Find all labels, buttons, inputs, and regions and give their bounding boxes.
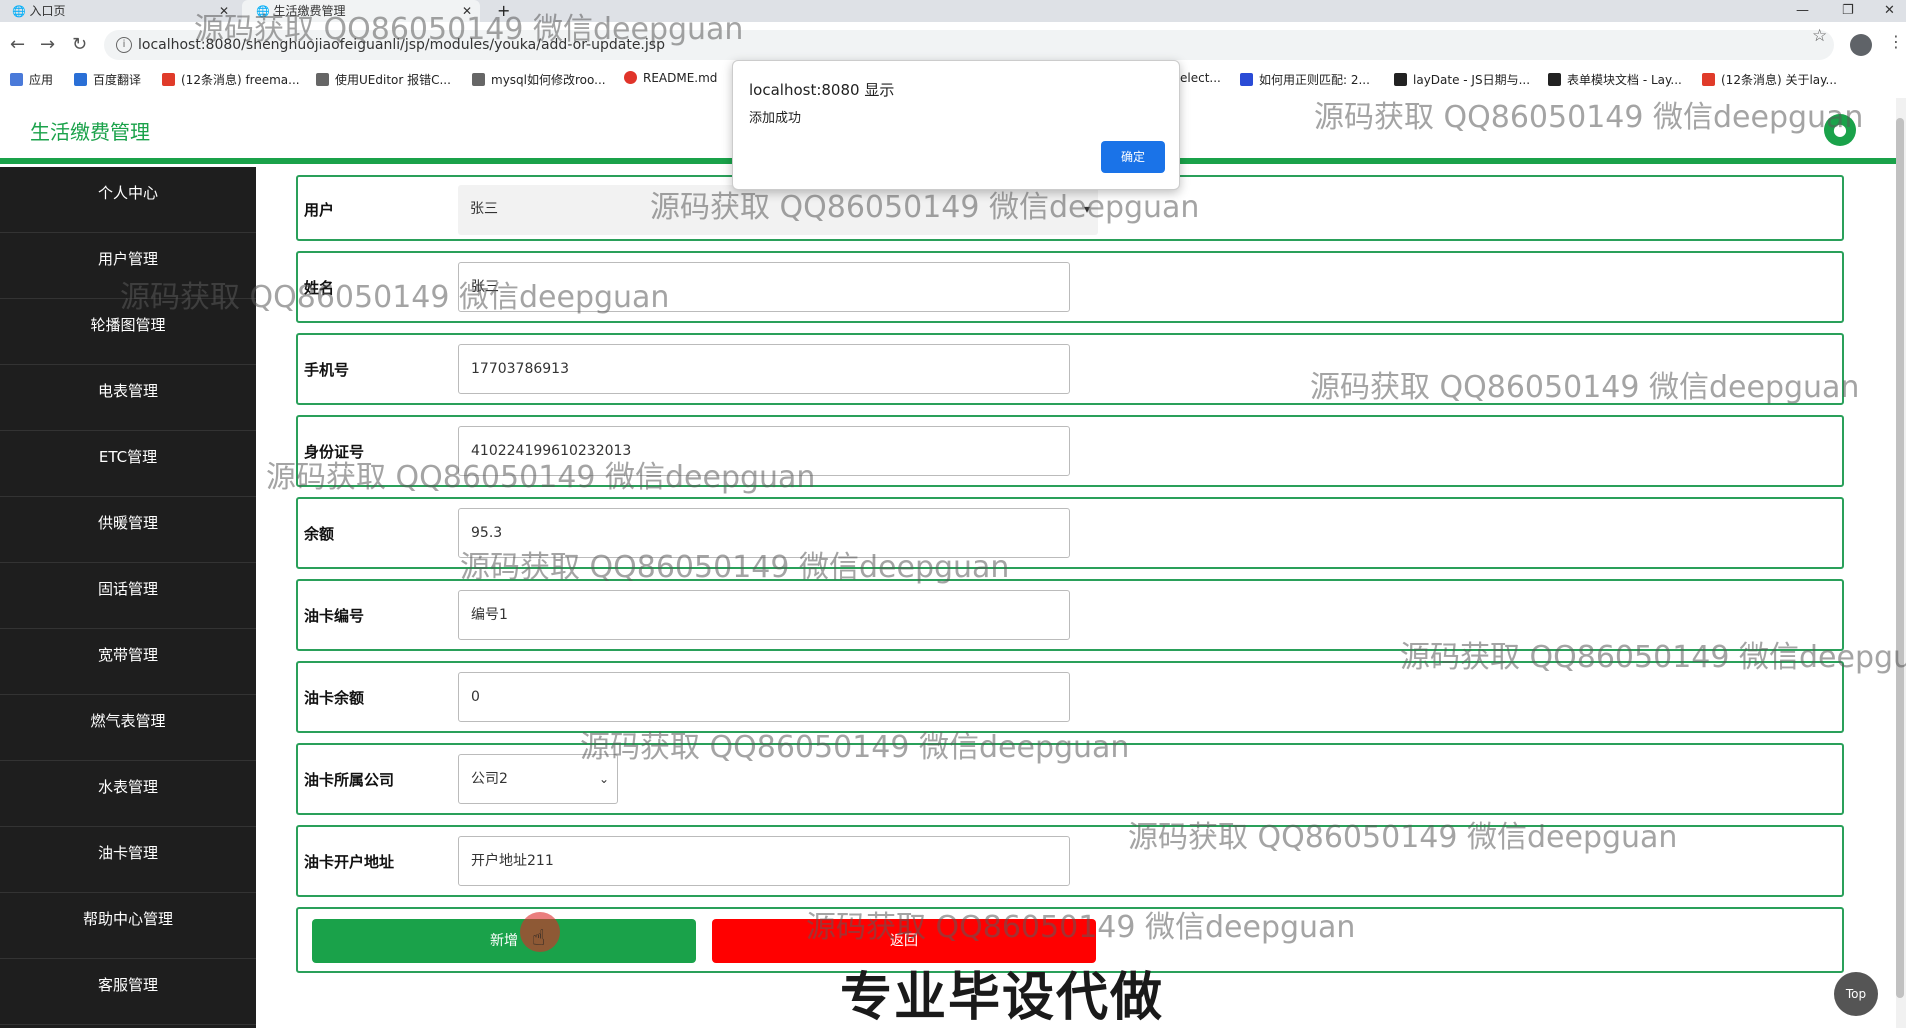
bookmark-item[interactable]: layDate - JS日期与... [1394, 71, 1530, 88]
balance-label: 余额 [304, 525, 335, 543]
watermark: 源码获取 QQ86050149 微信deepguan [1314, 100, 1864, 135]
apps-grid-icon [10, 73, 23, 86]
sidebar-item-electric-meter[interactable]: 电表管理 [0, 365, 256, 431]
globe-icon: 🌐 [12, 5, 26, 18]
card-balance-label: 油卡余额 [304, 689, 365, 707]
bookmark-favicon-icon [1702, 73, 1715, 86]
close-window-icon[interactable]: ✕ [1884, 0, 1895, 22]
sidebar-item-customer-service[interactable]: 客服管理 [0, 959, 256, 1025]
address-label: 油卡开户地址 [304, 853, 395, 871]
sidebar-item-water-meter[interactable]: 水表管理 [0, 761, 256, 827]
tab-entry-label: 入口页 [29, 4, 66, 18]
minimize-icon[interactable]: — [1796, 0, 1809, 22]
card-no-field[interactable]: 编号1 [458, 590, 1070, 640]
sidebar-item-etc[interactable]: ETC管理 [0, 431, 256, 497]
watermark: 源码获取 QQ86050149 微信deepguan [1310, 370, 1860, 405]
bookmark-item[interactable]: 表单模块文档 - Lay... [1548, 71, 1682, 88]
bookmark-item[interactable]: (12条消息) 关于lay... [1702, 71, 1837, 88]
bookmark-favicon-icon [1240, 73, 1253, 86]
bookmark-apps[interactable]: 应用 [10, 71, 53, 88]
watermark: 源码获取 QQ86050149 微信deepguan [1128, 820, 1678, 855]
sidebar-item-profile[interactable]: 个人中心 [0, 167, 256, 233]
address-field[interactable]: 开户地址211 [458, 836, 1070, 886]
bookmark-item[interactable]: 使用UEditor 报错C... [316, 71, 451, 88]
bookmark-favicon-icon [74, 73, 87, 86]
phone-label: 手机号 [304, 361, 350, 379]
dialog-ok-button[interactable]: 确定 [1101, 141, 1165, 173]
promo-banner-text: 专业毕设代做 [840, 968, 1165, 1028]
account-icon[interactable] [1850, 34, 1872, 56]
phone-field[interactable]: 17703786913 [458, 344, 1070, 394]
bookmark-favicon-icon [316, 73, 329, 86]
card-no-label: 油卡编号 [304, 607, 365, 625]
sidebar-item-help-center[interactable]: 帮助中心管理 [0, 893, 256, 959]
bookmark-item[interactable]: elect... [1180, 71, 1221, 85]
bookmark-item[interactable]: mysql如何修改roo... [472, 71, 606, 88]
watermark: 源码获取 QQ86050149 微信deepguan [460, 550, 1010, 585]
user-select-value: 张三 [470, 201, 498, 217]
bookmark-favicon-icon [624, 71, 637, 84]
bookmark-item[interactable]: 百度翻译 [74, 71, 141, 88]
back-to-top-button[interactable]: Top [1834, 972, 1878, 1016]
page-scrollbar[interactable] [1896, 98, 1906, 1028]
info-icon[interactable]: i [116, 37, 132, 53]
scrollbar-thumb[interactable] [1896, 118, 1904, 998]
hand-cursor-icon: ☝ [532, 926, 546, 951]
bookmark-item[interactable]: (12条消息) freema... [162, 71, 300, 88]
watermark: 源码获取 QQ86050149 微信deepguan [580, 730, 1130, 765]
bookmark-favicon-icon [1548, 73, 1561, 86]
user-label: 用户 [304, 201, 335, 219]
browser-menu-icon[interactable]: ⋮ [1888, 32, 1904, 51]
back-icon[interactable]: ← [10, 34, 25, 55]
bookmark-item[interactable]: 如何用正则匹配: 2... [1240, 71, 1370, 88]
watermark: 源码获取 QQ86050149 微信deepguan [806, 910, 1356, 945]
dialog-title: localhost:8080 显示 [749, 81, 895, 99]
company-select-value: 公司2 [471, 771, 508, 787]
sidebar-item-oil-card[interactable]: 油卡管理 [0, 827, 256, 893]
bookmark-favicon-icon [1394, 73, 1407, 86]
watermark: 源码获取 QQ86050149 微信deepguan [194, 12, 744, 47]
bookmark-favicon-icon [162, 73, 175, 86]
bookmark-item[interactable]: README.md [624, 71, 717, 85]
card-balance-field[interactable]: 0 [458, 672, 1070, 722]
reload-icon[interactable]: ↻ [72, 34, 87, 55]
add-button[interactable]: 新增 [312, 919, 696, 963]
watermark: 源码获取 QQ86050149 微信deepguan [120, 280, 670, 315]
sidebar-item-heating[interactable]: 供暖管理 [0, 497, 256, 563]
sidebar-item-broadband[interactable]: 宽带管理 [0, 629, 256, 695]
company-label: 油卡所属公司 [304, 771, 395, 789]
watermark: 源码获取 QQ86050149 微信deepguan [650, 190, 1200, 225]
sidebar-item-landline[interactable]: 固话管理 [0, 563, 256, 629]
app-title: 生活缴费管理 [30, 120, 150, 144]
sidebar-item-gas-meter[interactable]: 燃气表管理 [0, 695, 256, 761]
dialog-message: 添加成功 [749, 111, 802, 126]
alert-dialog: localhost:8080 显示 添加成功 确定 [732, 60, 1180, 190]
watermark: 源码获取 QQ86050149 微信deepguan [266, 460, 816, 495]
watermark: 源码获取 QQ86050149 微信deepguan [1400, 640, 1906, 675]
bookmark-favicon-icon [472, 73, 485, 86]
restore-icon[interactable]: ❐ [1842, 0, 1854, 22]
forward-icon[interactable]: → [40, 34, 55, 55]
bookmark-star-icon[interactable]: ☆ [1812, 26, 1827, 46]
